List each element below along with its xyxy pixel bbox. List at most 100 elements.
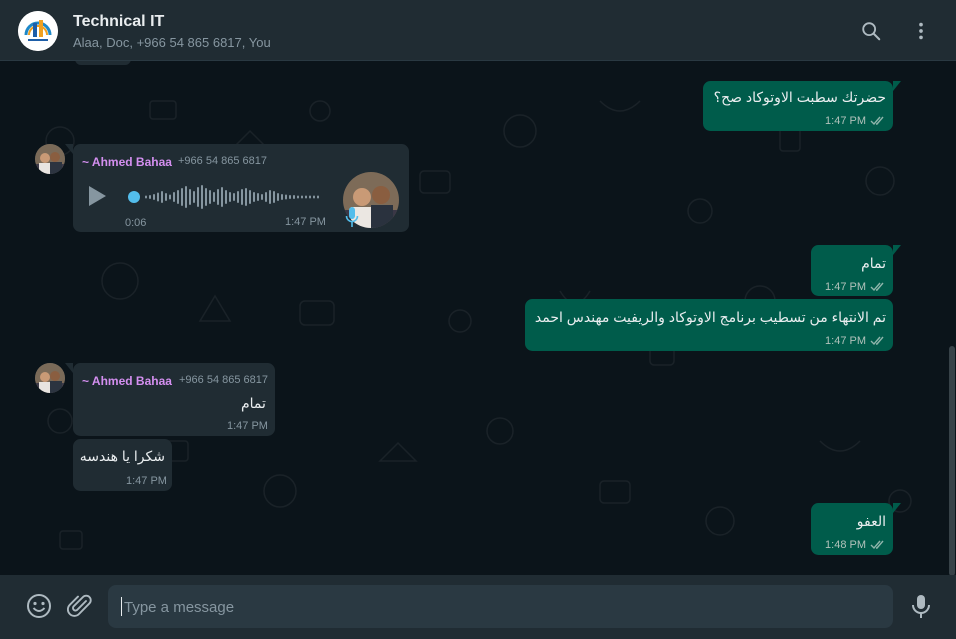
playback-position-handle[interactable]: [128, 191, 140, 203]
waveform-bar: [269, 190, 271, 204]
waveform-bar: [285, 194, 287, 200]
message-time: 1:47 PM: [825, 115, 866, 127]
voice-duration: 0:06: [125, 217, 147, 229]
message-outgoing[interactable]: العفو 1:48 PM: [811, 503, 901, 555]
waveform-bar: [193, 191, 195, 203]
waveform-bar: [293, 195, 295, 199]
message-time: 1:47 PM: [825, 281, 866, 293]
waveform-bar: [237, 191, 239, 203]
bubble-tail: [893, 245, 901, 255]
waveform-bar: [249, 190, 251, 204]
read-ticks-icon: [870, 116, 884, 126]
previous-message-edge: [75, 61, 131, 65]
group-avatar[interactable]: [18, 11, 58, 51]
message-text: تم الانتهاء من تسطيب برنامج الاوتوكاد وا…: [534, 309, 886, 325]
waveform-bar: [281, 194, 283, 200]
waveform-bar: [213, 192, 215, 202]
attach-icon[interactable]: [67, 593, 93, 619]
microphone-icon[interactable]: [908, 593, 934, 619]
person-photo-icon: [35, 144, 65, 174]
waveform-bar: [245, 188, 247, 206]
waveform-bar: [169, 194, 171, 200]
sender-phone: +966 54 865 6817: [179, 374, 269, 386]
waveform-bar: [161, 191, 163, 203]
message-outgoing[interactable]: تمام 1:47 PM: [811, 245, 901, 296]
waveform-bar: [241, 189, 243, 205]
chat-participants: Alaa, Doc, +966 54 865 6817, You: [73, 35, 271, 50]
waveform-bar: [301, 195, 303, 199]
message-time: 1:47 PM: [825, 335, 866, 347]
read-ticks-icon: [870, 336, 884, 346]
chat-header[interactable]: Technical IT Alaa, Doc, +966 54 865 6817…: [0, 0, 956, 61]
waveform-bar: [277, 193, 279, 201]
waveform-bar: [153, 194, 155, 200]
message-time: 1:47 PM: [126, 475, 167, 487]
microphone-badge-icon: [345, 207, 359, 227]
waveform-bar: [233, 193, 235, 201]
waveform-bar: [273, 191, 275, 203]
waveform-bar: [217, 189, 219, 205]
sender-avatar[interactable]: [35, 144, 65, 174]
waveform-bar: [305, 195, 307, 199]
menu-icon[interactable]: [910, 20, 932, 42]
message-input[interactable]: Type a message: [108, 585, 893, 628]
message-incoming[interactable]: شكرا يا هندسه 1:47 PM: [73, 439, 172, 491]
waveform-bar: [317, 195, 319, 199]
waveform-bar: [313, 195, 315, 199]
waveform-bar: [225, 190, 227, 204]
chat-title[interactable]: Technical IT: [73, 13, 164, 31]
message-text: العفو: [856, 513, 886, 529]
waveform-bar: [185, 186, 187, 208]
waveform-bar: [181, 188, 183, 206]
waveform-bar: [253, 192, 255, 202]
waveform-bar: [189, 189, 191, 205]
voice-message[interactable]: ~ Ahmed Bahaa +966 54 865 6817 0:06 1:47…: [65, 144, 409, 232]
message-time: 1:48 PM: [825, 539, 866, 551]
text-caret: [121, 597, 122, 616]
waveform-bar: [145, 195, 147, 199]
waveform-bar: [177, 190, 179, 204]
sender-name[interactable]: ~ Ahmed Bahaa: [82, 155, 172, 169]
person-photo-icon: [35, 363, 65, 393]
group-logo-icon: [18, 11, 58, 51]
compose-bar: Type a message: [0, 575, 956, 639]
bubble-tail: [65, 363, 73, 373]
chat-scrollbar[interactable]: [949, 346, 955, 575]
waveform-bar: [209, 190, 211, 204]
sender-name[interactable]: ~ Ahmed Bahaa: [82, 374, 172, 388]
waveform-bar: [229, 192, 231, 202]
waveform-bar: [201, 185, 203, 209]
emoji-icon[interactable]: [26, 593, 52, 619]
read-ticks-icon: [870, 540, 884, 550]
waveform-bar: [205, 188, 207, 206]
waveform-bar: [173, 192, 175, 202]
message-text: شكرا يا هندسه: [79, 448, 165, 464]
message-text: حضرتك سطبت الاوتوكاد صح؟: [713, 89, 886, 105]
message-input-placeholder: Type a message: [124, 599, 235, 616]
play-icon[interactable]: [86, 184, 108, 208]
waveform-bar: [261, 194, 263, 200]
message-time: 1:47 PM: [285, 216, 326, 228]
message-incoming[interactable]: ~ Ahmed Bahaa +966 54 865 6817 تمام 1:47…: [65, 363, 275, 436]
waveform-bar: [289, 195, 291, 199]
sender-avatar[interactable]: [35, 363, 65, 393]
message-text: تمام: [861, 255, 886, 271]
waveform-bar: [257, 193, 259, 201]
waveform-bar: [157, 192, 159, 202]
bubble-tail: [893, 503, 901, 513]
waveform-bar: [309, 195, 311, 199]
message-outgoing[interactable]: تم الانتهاء من تسطيب برنامج الاوتوكاد وا…: [525, 299, 893, 351]
bubble-tail: [65, 144, 73, 154]
voice-waveform[interactable]: [127, 182, 319, 212]
waveform-bar: [297, 195, 299, 199]
read-ticks-icon: [870, 282, 884, 292]
waveform-bar: [265, 192, 267, 202]
message-text: تمام: [241, 395, 266, 411]
message-time: 1:47 PM: [227, 420, 268, 432]
message-outgoing[interactable]: حضرتك سطبت الاوتوكاد صح؟ 1:47 PM: [703, 81, 901, 131]
waveform-bar: [221, 187, 223, 207]
waveform-bar: [149, 195, 151, 199]
waveform-bar: [197, 187, 199, 207]
message-list[interactable]: حضرتك سطبت الاوتوكاد صح؟ 1:47 PM ~ Ahmed…: [0, 61, 956, 575]
search-icon[interactable]: [860, 20, 882, 42]
